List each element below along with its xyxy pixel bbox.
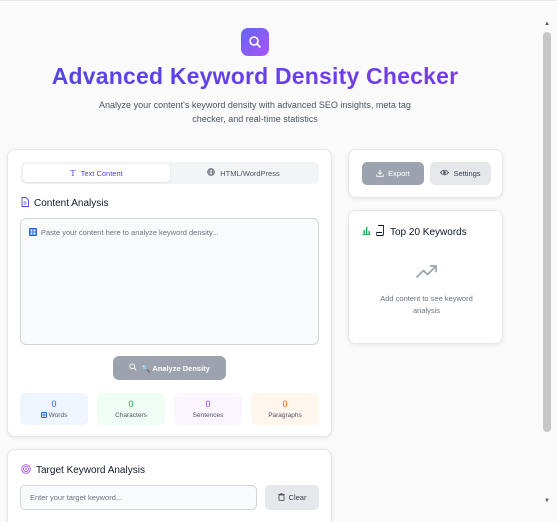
page-scrollbar[interactable]: ▲ ▼ (541, 19, 553, 511)
target-keyword-label: Target Keyword Analysis (36, 465, 145, 476)
analyze-button-label: 🔍 Analyze Density (141, 363, 210, 373)
analyze-density-button[interactable]: 🔍 Analyze Density (113, 356, 226, 380)
tab-text-content[interactable]: T Text Content (23, 164, 170, 182)
bar-chart-icon (362, 226, 371, 238)
page-title: Advanced Keyword Density Checker (0, 63, 510, 90)
stat-characters: 0 Characters (97, 393, 165, 425)
target-keyword-input[interactable]: Enter your target keyword... (20, 485, 257, 510)
page-subtitle: Analyze your content's keyword density w… (99, 100, 411, 124)
settings-label: Settings (453, 169, 481, 178)
download-icon (376, 169, 384, 179)
text-icon: T (70, 168, 76, 178)
content-placeholder: Paste your content here to analyze keywo… (41, 228, 219, 237)
target-keyword-heading: Target Keyword Analysis (21, 464, 145, 477)
content-stats: 0 Words 0 Characters 0 Sentences 0 Parag… (20, 393, 319, 425)
stat-paragraphs: 0 Paragraphs (251, 393, 319, 425)
target-keyword-card: Target Keyword Analysis Enter your targe… (7, 449, 332, 522)
stat-label: Characters (115, 412, 147, 419)
actions-card: Export Settings (348, 149, 503, 198)
keywords-empty-state: Add content to see keyword analysis (380, 294, 473, 315)
scroll-thumb[interactable] (543, 32, 551, 432)
stat-label: Words (48, 412, 68, 419)
top-keywords-card: Top 20 Keywords Add content to see keywo… (348, 210, 503, 344)
grid-icon (29, 228, 37, 238)
stat-value: 0 (51, 398, 57, 409)
stat-words: 0 Words (20, 393, 88, 425)
scroll-up-arrow-icon[interactable]: ▲ (543, 21, 551, 27)
document-icon (375, 225, 385, 239)
stat-sentences: 0 Sentences (174, 393, 242, 425)
input-mode-tabs: T Text Content HTML/WordPress (21, 162, 319, 184)
trash-icon (277, 492, 285, 503)
clear-button[interactable]: Clear (265, 485, 319, 510)
stat-value: 0 (205, 399, 211, 409)
stat-label-row: Words (40, 411, 68, 420)
trending-up-icon (416, 265, 438, 284)
top-keywords-heading: Top 20 Keywords (362, 225, 467, 239)
settings-button[interactable]: Settings (430, 162, 491, 185)
content-textarea[interactable]: Paste your content here to analyze keywo… (20, 218, 319, 345)
stat-value: 0 (128, 399, 134, 409)
top-keywords-label: Top 20 Keywords (390, 226, 467, 238)
search-icon (129, 363, 137, 373)
tab-html-wordpress[interactable]: HTML/WordPress (170, 164, 317, 182)
document-icon (21, 197, 29, 210)
tab-label: Text Content (80, 168, 123, 178)
top-border (0, 0, 557, 2)
content-analysis-label: Content Analysis (34, 198, 109, 209)
content-card: T Text Content HTML/WordPress Content An… (7, 149, 332, 437)
grid-icon (40, 411, 47, 420)
eye-icon (440, 169, 450, 178)
target-keyword-placeholder: Enter your target keyword... (30, 493, 123, 502)
clear-button-label: Clear (288, 493, 307, 502)
target-icon (21, 464, 31, 477)
stat-label: Paragraphs (268, 412, 302, 419)
stat-label: Sentences (192, 412, 224, 419)
logo-search-icon (241, 28, 269, 56)
content-analysis-heading: Content Analysis (21, 197, 109, 210)
globe-icon (207, 168, 215, 178)
scroll-down-arrow-icon[interactable]: ▼ (543, 498, 551, 504)
export-label: Export (388, 169, 410, 178)
stat-value: 0 (282, 399, 288, 409)
export-button[interactable]: Export (362, 162, 424, 185)
tab-label: HTML/WordPress (220, 168, 280, 178)
